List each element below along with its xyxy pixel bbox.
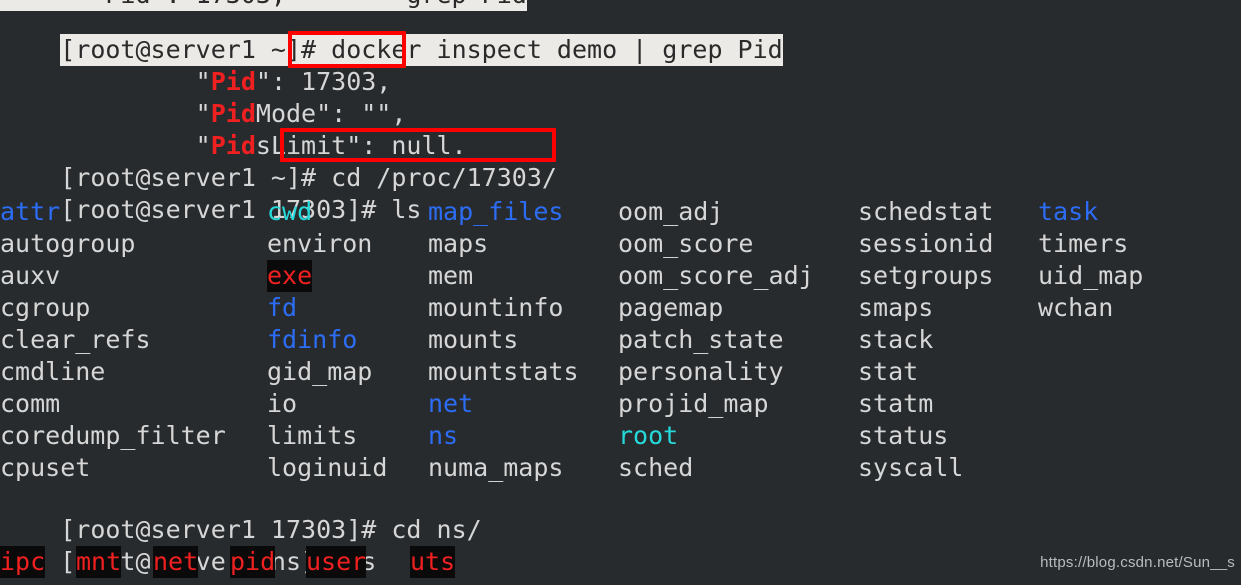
ls-entry-ns: ns [428, 421, 459, 450]
ls-entry-wchan: wchan [1038, 293, 1114, 322]
ls-entry-stack: stack [858, 325, 934, 354]
ls-entry-maps: maps [428, 229, 489, 258]
terminal-line-command-2[interactable]: [root@server1 ~]# cd /proc/17303/ [0, 130, 557, 192]
ls-entry-root: root [618, 421, 679, 450]
ls-entry-pagemap: pagemap [618, 293, 724, 322]
ls-ns-entry-pid: pid [230, 546, 276, 578]
ls-entry-projid_map: projid_map [618, 389, 769, 418]
ls-entry-auxv: auxv [0, 261, 61, 290]
ls-entry-oom_score_adj: oom_score_adj [618, 261, 814, 290]
ls-entry-personality: personality [618, 357, 784, 386]
ls-entry-gid_map: gid_map [267, 357, 373, 386]
ls-entry-oom_score: oom_score [618, 229, 754, 258]
ls-entry-cwd: cwd [267, 197, 313, 226]
ls-entry-uid_map: uid_map [1038, 261, 1144, 290]
terminal-line-json-pid: "Pid": 17303, [0, 34, 392, 96]
ls-entry-autogroup: autogroup [0, 229, 136, 258]
shell-command-1: docker inspect demo | grep Pid [331, 34, 783, 66]
ls-ns-entry-mnt: mnt [76, 546, 122, 578]
ls-entry-environ: environ [267, 229, 373, 258]
ls-entry-syscall: syscall [858, 453, 964, 482]
ls-entry-timers: timers [1038, 229, 1129, 258]
ls-entry-mounts: mounts [428, 325, 519, 354]
terminal-line-command-3[interactable]: [root@server1 17303]# ls [0, 162, 421, 224]
ls-entry-map_files: map_files [428, 197, 564, 226]
terminal-line-command-1[interactable]: [root@server1 ~]# docker inspect demo | … [0, 2, 783, 66]
ls-entry-fd: fd [267, 293, 298, 322]
ls-entry-setgroups: setgroups [858, 261, 994, 290]
ls-entry-coredump_filter: coredump_filter [0, 421, 226, 450]
ls-entry-task: task [1038, 197, 1099, 226]
ls-entry-patch_state: patch_state [618, 325, 784, 354]
ls-entry-attr: attr [0, 197, 61, 226]
terminal-line-json-pidslimit: "PidsLimit": null. [0, 98, 467, 160]
ls-entry-sched: sched [618, 453, 694, 482]
terminal-line-command-4[interactable]: [root@server1 17303]# cd ns/ [0, 482, 481, 544]
ls-entry-statm: statm [858, 389, 934, 418]
ls-entry-comm: comm [0, 389, 61, 418]
ls-entry-loginuid: loginuid [267, 453, 388, 482]
ls-ns-entry-ipc: ipc [0, 546, 46, 578]
ls-entry-exe: exe [267, 260, 313, 292]
ls-entry-mountinfo: mountinfo [428, 293, 564, 322]
ls-entry-net: net [428, 389, 474, 418]
watermark: https://blog.csdn.net/Sun__s [1040, 554, 1235, 571]
ls-entry-cgroup: cgroup [0, 293, 91, 322]
ls-entry-fdinfo: fdinfo [267, 325, 358, 354]
ls-entry-numa_maps: numa_maps [428, 453, 564, 482]
ls-entry-oom_adj: oom_adj [618, 197, 724, 226]
terminal-line-json-pidmode: "PidMode": "", [0, 66, 407, 128]
ls-entry-mem: mem [428, 261, 474, 290]
ls-entry-smaps: smaps [858, 293, 934, 322]
ls-ns-entry-net: net [153, 546, 199, 578]
ls-entry-mountstats: mountstats [428, 357, 579, 386]
shell-prompt-3: [root@server1 17303]# [60, 195, 392, 224]
shell-command-4: cd ns/ [391, 515, 482, 544]
ls-entry-sessionid: sessionid [858, 229, 994, 258]
terminal-line-command-5[interactable]: [root@server1 ns]# ls [0, 514, 376, 576]
terminal-window[interactable]: "Pid": 17303, grep Pid [root@server1 ~]#… [0, 0, 1241, 585]
ls-entry-status: status [858, 421, 949, 450]
ls-entry-cmdline: cmdline [0, 357, 106, 386]
ls-entry-limits: limits [267, 421, 358, 450]
shell-command-3: ls [391, 195, 422, 224]
ls-entry-stat: stat [858, 357, 919, 386]
ls-entry-clear_refs: clear_refs [0, 325, 151, 354]
ls-entry-cpuset: cpuset [0, 453, 91, 482]
ls-entry-io: io [267, 389, 298, 418]
ls-ns-entry-uts: uts [410, 546, 456, 578]
ls-entry-schedstat: schedstat [858, 197, 994, 226]
ls-ns-entry-user: user [306, 546, 367, 578]
